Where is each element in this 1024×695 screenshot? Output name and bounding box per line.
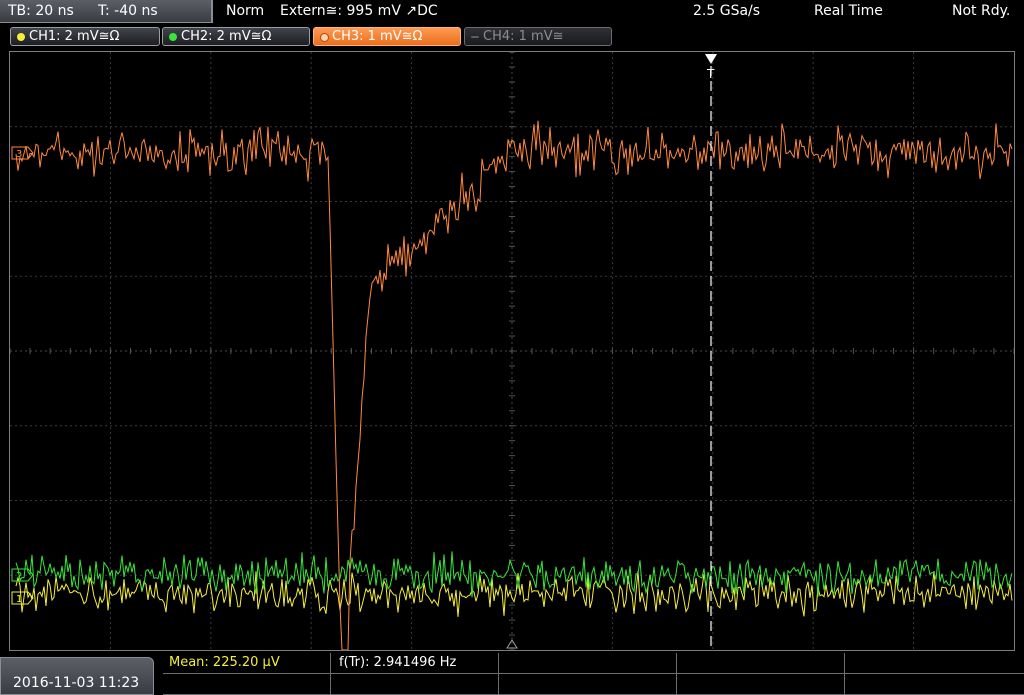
channel-4-dash-icon [471,36,479,38]
acquisition-mode[interactable]: Real Time [814,3,883,19]
trigger-source[interactable]: Extern≅: 995 mV ↗DC [280,3,438,19]
channel-4-button[interactable]: CH4: 1 mV≅ [464,27,612,46]
acquisition-status: Not Rdy. [952,3,1011,19]
channel-2-dot-icon [169,33,177,41]
svg-text:2: 2 [16,571,22,582]
channel-2-button[interactable]: CH2: 2 mV≅Ω [162,27,310,46]
timebase-label: TB: 20 ns [8,3,74,19]
trigger-position-marker-icon[interactable] [705,54,717,64]
channel-1-level-marker[interactable]: 1 [11,591,34,605]
channel-1-label: CH1: 2 mV≅Ω [29,29,120,44]
channel-3-button[interactable]: CH3: 1 mV≅Ω [313,27,461,46]
channel-1-button[interactable]: CH1: 2 mV≅Ω [10,27,160,46]
svg-text:3: 3 [16,149,22,160]
svg-text:1: 1 [16,594,22,605]
sample-rate[interactable]: 2.5 GSa/s [693,3,760,19]
channel-2-label: CH2: 2 mV≅Ω [181,29,272,44]
date-time-box: 2016-11-03 11:23 [0,657,154,695]
measurement-mean[interactable]: Mean: 225.20 µV [169,655,280,670]
channel-4-label: CH4: 1 mV≅ [483,29,564,44]
date-time-label: 2016-11-03 11:23 [13,675,140,691]
status-bar: TB: 20 ns T: -40 ns Norm Extern≅: 995 mV… [0,0,1024,24]
trigger-position-label: T [706,67,715,81]
footer-bar: 2016-11-03 11:23 Mean: 225.20 µV f(Tr): … [0,653,1024,695]
measurement-panel[interactable]: Mean: 225.20 µV f(Tr): 2.941496 Hz [163,653,1024,695]
channel-3-label: CH3: 1 mV≅Ω [332,29,423,44]
channel-2-level-marker[interactable]: 2 [11,568,34,582]
trigger-time-label: T: -40 ns [98,3,158,19]
waveform-plot[interactable]: T 3 2 1 [10,52,1014,650]
channel-1-trace [15,570,1013,617]
trigger-mode[interactable]: Norm [226,3,264,19]
channel-1-dot-icon [17,33,25,41]
measurement-frequency[interactable]: f(Tr): 2.941496 Hz [339,655,456,670]
channel-bar: CH1: 2 mV≅Ω CH2: 2 mV≅Ω CH3: 1 mV≅Ω CH4:… [0,26,1024,48]
timebase-box[interactable]: TB: 20 ns T: -40 ns [0,0,213,23]
channel-3-dot-icon [320,33,329,42]
